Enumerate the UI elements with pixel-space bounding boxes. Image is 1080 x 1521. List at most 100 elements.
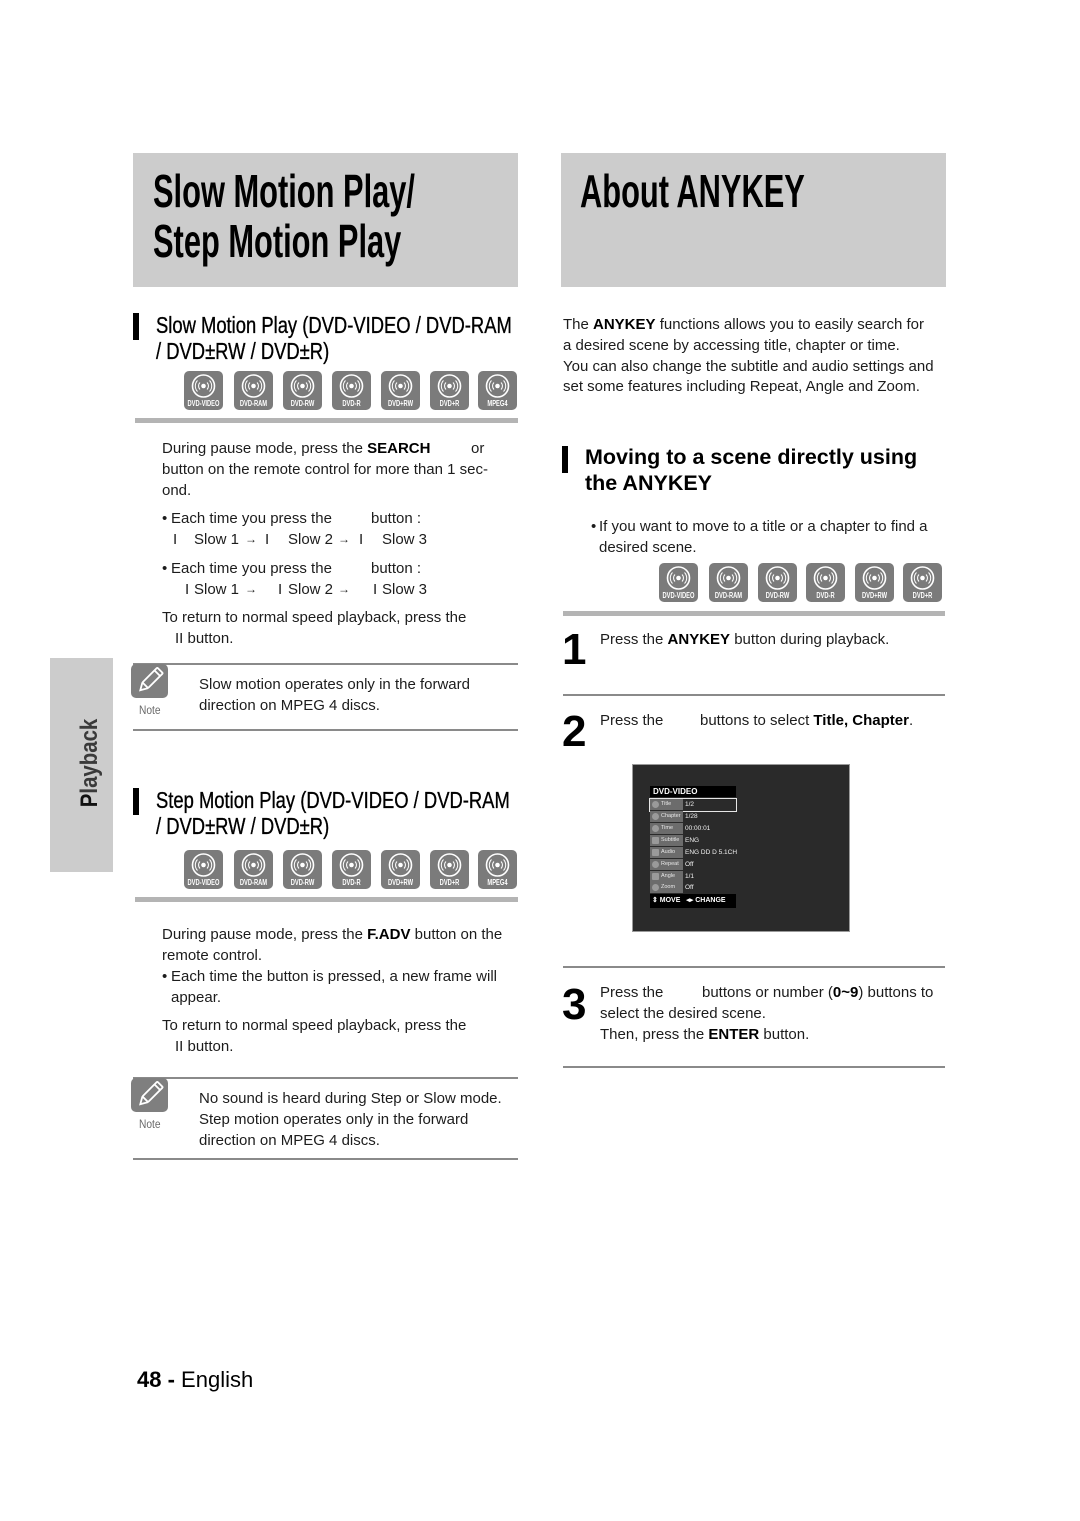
osd-value: 1/2	[685, 801, 695, 808]
side-tab-label: Playback	[76, 703, 104, 823]
side-tab-first-letter: P	[76, 793, 103, 808]
osd-row-zoom: Zoom Off	[650, 882, 736, 894]
subtitle-icon	[652, 837, 659, 844]
disc-label: DVD-RW	[290, 878, 315, 887]
bullet-text: appear.	[171, 988, 222, 1006]
anykey-heading-line-2: the ANYKEY	[585, 471, 713, 495]
note-text-line: Step motion operates only in the forward	[199, 1110, 469, 1128]
osd-label-cell: Angle	[650, 871, 683, 882]
bullet-suffix: button :	[371, 509, 422, 527]
page-language: English	[181, 1367, 254, 1392]
step-1-text: Press the ANYKEY button during playback.	[600, 629, 889, 650]
intro-line-1: The ANYKEY functions allows you to easil…	[563, 314, 924, 335]
osd-label-cell: Chapter	[650, 811, 683, 822]
osd-row-repeat: Repeat Off	[650, 859, 736, 871]
text: The	[563, 315, 594, 333]
arrow-right-icon: →	[245, 581, 257, 596]
sequence-label: Slow 1	[194, 580, 240, 598]
anykey-heading-line-1: Moving to a scene directly using	[585, 445, 918, 469]
note-label: Note	[139, 703, 161, 717]
note-text-line: No sound is heard during Step or Slow mo…	[199, 1089, 502, 1107]
step-rule	[563, 1066, 945, 1068]
disc-label: DVD+R	[912, 591, 933, 600]
speaker-icon	[652, 849, 659, 856]
disc-badge: DVD-VIDEO	[184, 850, 223, 889]
page-title: About ANYKEY	[580, 165, 805, 217]
intro-line-4: set some features including Repeat, Angl…	[563, 377, 920, 395]
search-key: SEARCH	[367, 439, 431, 457]
osd-value: Off	[685, 861, 694, 868]
clock-icon	[652, 825, 659, 832]
osd-label: Audio	[661, 849, 676, 855]
disc-badge: DVD-RAM	[234, 371, 273, 410]
page-title-line-1: Slow Motion Play/	[153, 165, 415, 217]
disc-badge: DVD-RAM	[709, 563, 748, 602]
osd-change-label: CHANGE	[695, 897, 726, 904]
osd-label-cell: Subtitle	[650, 835, 683, 846]
enter-key-term: ENTER	[708, 1025, 760, 1043]
step-number: 3	[562, 980, 587, 1029]
text: Then, press the	[600, 1025, 709, 1043]
note-bottom-rule	[133, 1158, 518, 1160]
note-label: Note	[139, 1117, 161, 1131]
disc-badge: DVD+R	[903, 563, 942, 602]
step-number: 1	[562, 625, 587, 674]
sequence-label: Slow 3	[382, 580, 428, 598]
osd-label: Chapter	[661, 813, 681, 819]
disc-badge: MPEG4	[478, 371, 517, 410]
repeat-icon	[652, 861, 659, 868]
sequence-marker: I	[185, 580, 190, 598]
disc-badge: DVD-RW	[758, 563, 797, 602]
disc-badge: DVD+R	[430, 850, 469, 889]
sequence-marker: I	[359, 530, 364, 548]
disc-label: DVD-RW	[765, 591, 790, 600]
osd-label-cell: Zoom	[650, 882, 683, 893]
section-marker	[133, 313, 139, 340]
osd-row-time: Time 00:00:01	[650, 823, 736, 835]
osd-label-cell: Title	[650, 799, 683, 810]
osd-label: Time	[661, 825, 674, 831]
osd-value: ENG DD D 5.1CH	[685, 849, 738, 856]
disc-badge: DVD+RW	[381, 371, 420, 410]
bullet-text: Each time the button is pressed, a new f…	[171, 967, 497, 985]
slow-instruction-line-1: During pause mode, press the SEARCH	[162, 438, 430, 459]
disc-label: DVD-R	[816, 591, 835, 600]
section-divider	[135, 418, 518, 423]
text: During pause mode, press the	[162, 925, 368, 943]
note-text-line: Slow motion operates only in the forward	[199, 675, 470, 693]
pencil-note-icon	[131, 664, 168, 698]
intro-line-3: You can also change the subtitle and aud…	[563, 357, 934, 375]
step-3-line-3: Then, press the ENTER button.	[600, 1024, 809, 1045]
osd-footer: ⇕ MOVE ◂▸ CHANGE	[650, 894, 736, 908]
arrow-right-icon: →	[245, 531, 257, 546]
slow-instruction-or: or	[471, 439, 485, 457]
disc-label: DVD-RAM	[239, 399, 268, 408]
bullet-text: Each time you press the	[171, 559, 332, 577]
slow-motion-heading-line-1: Slow Motion Play (DVD-VIDEO / DVD-RAM	[156, 312, 512, 338]
step-instruction-line-1: During pause mode, press the F.ADV butto…	[162, 924, 502, 945]
step-3-text: buttons or number (0~9) buttons to	[702, 982, 933, 1003]
intro-line-2: a desired scene by accessing title, chap…	[563, 336, 900, 354]
disc-label: DVD-R	[342, 878, 361, 887]
sequence-label: Slow 2	[288, 580, 334, 598]
osd-row-subtitle: Subtitle ENG	[650, 835, 736, 847]
disc-label: DVD+R	[439, 399, 460, 408]
osd-header: DVD-VIDEO	[650, 786, 736, 797]
bullet-text: desired scene.	[599, 538, 697, 556]
osd-value: ENG	[685, 837, 700, 844]
step-return-line-1: To return to normal speed playback, pres…	[162, 1016, 467, 1034]
bullet-dot: •	[162, 967, 168, 985]
disc-badge: DVD-RW	[283, 850, 322, 889]
disc-badge: DVD-R	[806, 563, 845, 602]
bullet-dot: •	[591, 517, 597, 535]
slow-instruction-line-3: ond.	[162, 481, 192, 499]
right-title-panel: About ANYKEY	[561, 153, 946, 287]
step-rule	[563, 694, 945, 696]
disc-label: DVD+R	[439, 878, 460, 887]
page-title-line-2: Step Motion Play	[153, 215, 402, 267]
chapter-icon	[652, 813, 659, 820]
text: buttons or number (	[702, 983, 833, 1001]
osd-label-cell: Time	[650, 823, 683, 834]
step-instruction-line-2: remote control.	[162, 946, 263, 964]
step-2-lead: Press the	[600, 711, 664, 729]
